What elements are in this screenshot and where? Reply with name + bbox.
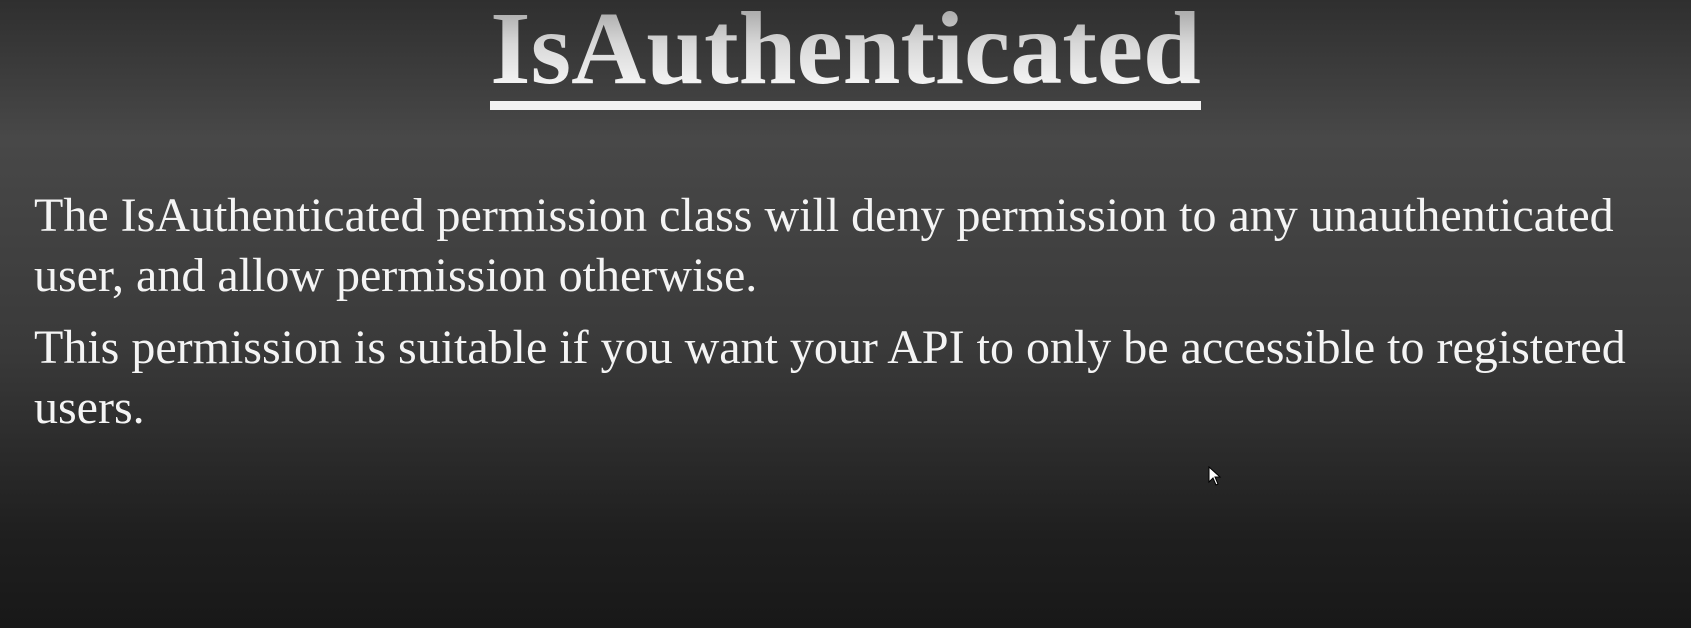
slide-title: IsAuthenticated — [0, 0, 1691, 110]
slide: IsAuthenticated The IsAuthenticated perm… — [0, 0, 1691, 628]
slide-body: The IsAuthenticated permission class wil… — [34, 186, 1654, 450]
mouse-pointer-icon — [1208, 466, 1222, 486]
paragraph-permission-usage: This permission is suitable if you want … — [34, 321, 1626, 434]
paragraph-permission-description: The IsAuthenticated permission class wil… — [34, 189, 1614, 302]
slide-title-text: IsAuthenticated — [490, 0, 1201, 110]
